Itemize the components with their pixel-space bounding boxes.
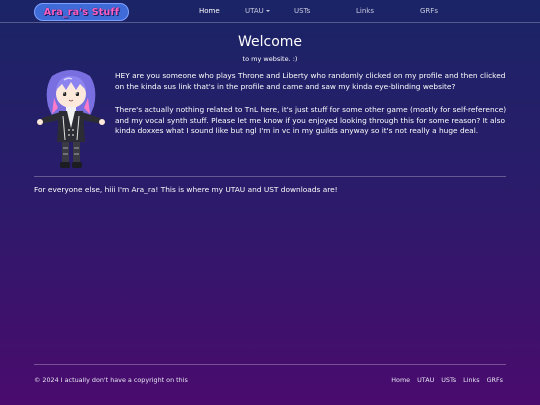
nav-home[interactable]: Home (199, 7, 220, 15)
welcome-text: For everyone else, hiii I'm Ara_ra! This… (34, 185, 338, 194)
page-title: Welcome (237, 34, 303, 50)
nav-grfs[interactable]: GRFs (420, 7, 438, 15)
nav-usts[interactable]: USTs (294, 7, 310, 15)
content-divider (34, 176, 506, 177)
page-subtitle: to my website. :) (242, 55, 298, 63)
footer-link-usts[interactable]: USTs (441, 376, 456, 384)
footer-copyright: © 2024 I actually don't have a copyright… (34, 376, 188, 384)
nav-utau-label: UTAU (245, 7, 264, 15)
mascot-image (37, 70, 105, 168)
nav-links[interactable]: Links (356, 7, 374, 15)
footer-link-links[interactable]: Links (463, 376, 479, 384)
intro-paragraph-2: There's actually nothing related to TnL … (115, 105, 507, 136)
site-logo[interactable]: Ara_ra's Stuff (34, 3, 129, 21)
navbar: Ara_ra's Stuff Home UTAU USTs Links GRFs (0, 0, 540, 23)
footer-link-home[interactable]: Home (391, 376, 410, 384)
intro-paragraph-1: HEY are you someone who plays Throne and… (115, 71, 506, 91)
footer-divider (34, 364, 506, 365)
nav-utau-dropdown[interactable]: UTAU (245, 7, 270, 15)
site-logo-text: Ara_ra's Stuff (43, 6, 120, 18)
caret-down-icon (265, 10, 270, 12)
footer-link-utau[interactable]: UTAU (417, 376, 434, 384)
footer-link-grfs[interactable]: GRFs (487, 376, 503, 384)
footer-links: Home UTAU USTs Links GRFs (391, 376, 503, 384)
